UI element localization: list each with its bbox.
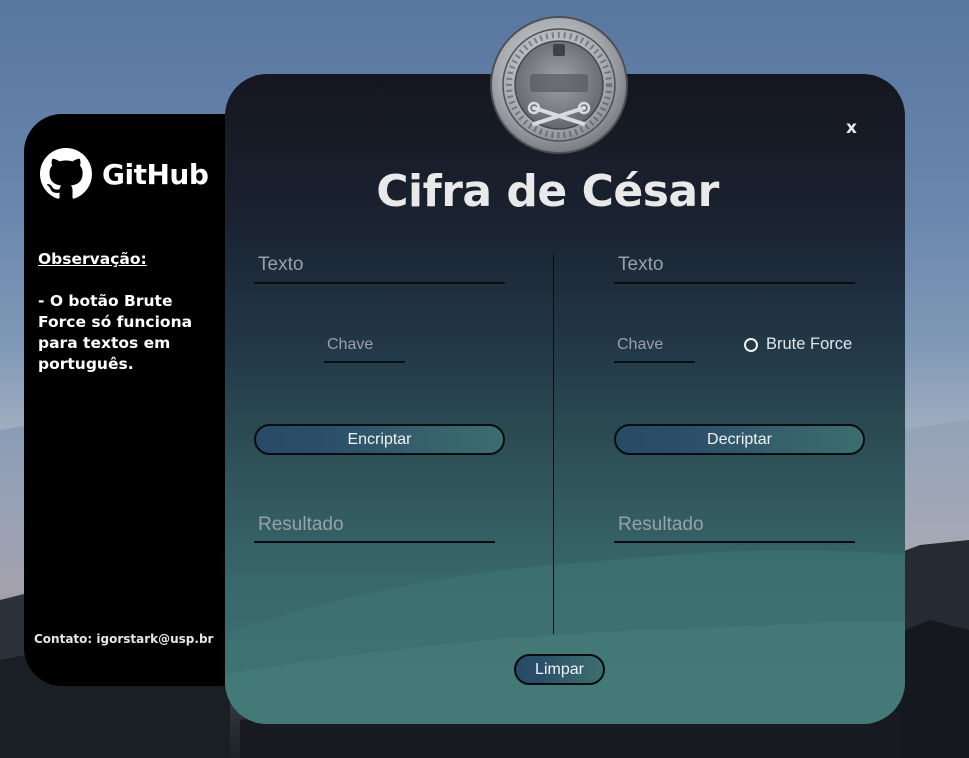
encrypt-text-input[interactable]: Texto bbox=[258, 254, 303, 276]
observation-text: - O botão Brute Force só funciona para t… bbox=[38, 292, 193, 373]
decrypt-button-label: Decriptar bbox=[707, 430, 772, 448]
decrypt-result-field[interactable]: Resultado bbox=[618, 514, 704, 536]
encrypt-result-underline bbox=[254, 541, 495, 543]
page-title: Cifra de César bbox=[376, 166, 719, 217]
desktop-background: GitHub Observação: - O botão Brute Force… bbox=[0, 0, 969, 758]
github-icon bbox=[40, 148, 92, 199]
encrypt-text-underline bbox=[254, 282, 505, 284]
github-link[interactable]: GitHub bbox=[40, 148, 209, 200]
decrypt-key-underline bbox=[614, 361, 695, 363]
close-button[interactable]: x bbox=[846, 118, 857, 138]
decrypt-button[interactable]: Decriptar bbox=[614, 424, 865, 455]
observation-title: Observação: bbox=[38, 250, 147, 268]
decrypt-text-underline bbox=[614, 282, 855, 284]
brute-force-label: Brute Force bbox=[766, 335, 853, 353]
clear-button[interactable]: Limpar bbox=[514, 654, 605, 685]
decrypt-key-input[interactable]: Chave bbox=[617, 336, 663, 354]
column-divider bbox=[553, 254, 554, 634]
encrypt-key-input[interactable]: Chave bbox=[327, 336, 373, 354]
encrypt-button[interactable]: Encriptar bbox=[254, 424, 505, 455]
encrypt-button-label: Encriptar bbox=[347, 430, 412, 448]
contact-info: Contato: igorstark@usp.br bbox=[34, 632, 214, 646]
radio-circle-icon bbox=[744, 337, 758, 352]
brute-force-radio[interactable]: Brute Force bbox=[744, 335, 852, 354]
decrypt-text-input[interactable]: Texto bbox=[618, 254, 663, 276]
github-label: GitHub bbox=[102, 157, 209, 191]
caesar-cipher-coin-icon bbox=[490, 16, 628, 154]
encrypt-result-field[interactable]: Resultado bbox=[258, 514, 344, 536]
clear-button-label: Limpar bbox=[535, 660, 584, 678]
encrypt-key-underline bbox=[324, 361, 405, 363]
decrypt-result-underline bbox=[614, 541, 855, 543]
